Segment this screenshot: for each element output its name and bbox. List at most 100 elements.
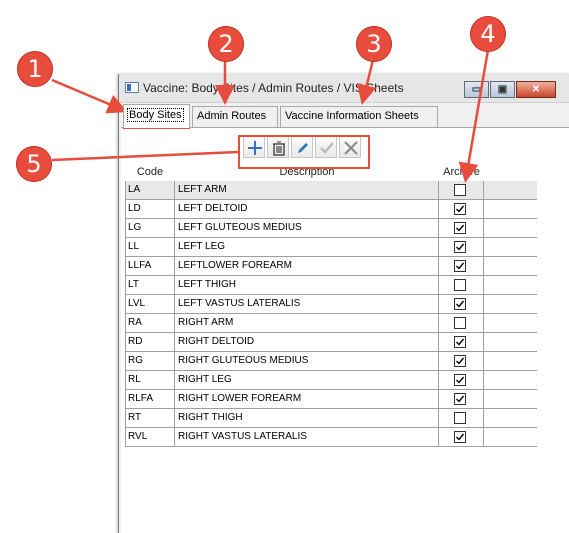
save-button[interactable]: [315, 136, 337, 158]
cancel-icon: [344, 141, 358, 155]
description-cell[interactable]: LEFT THIGH: [175, 276, 439, 294]
checkmark-icon: [456, 243, 465, 251]
archive-cell: [439, 314, 484, 332]
code-cell[interactable]: LA: [125, 181, 175, 199]
callout-3: 3: [356, 26, 392, 62]
table-row[interactable]: RL RIGHT LEG: [125, 371, 537, 390]
checkmark-icon: [456, 262, 465, 270]
code-cell[interactable]: LG: [125, 219, 175, 237]
code-cell[interactable]: LVL: [125, 295, 175, 313]
column-header-archive[interactable]: Archive: [439, 164, 484, 181]
checkmark-icon: [456, 376, 465, 384]
archive-checkbox[interactable]: [454, 203, 466, 215]
archive-cell: [439, 371, 484, 389]
table-row[interactable]: RA RIGHT ARM: [125, 314, 537, 333]
archive-cell: [439, 428, 484, 446]
archive-checkbox[interactable]: [454, 298, 466, 310]
checkmark-icon: [456, 395, 465, 403]
archive-checkbox[interactable]: [454, 222, 466, 234]
checkmark-icon: [456, 300, 465, 308]
delete-button[interactable]: [267, 136, 289, 158]
table-row[interactable]: LL LEFT LEG: [125, 238, 537, 257]
tab-vaccine-information-sheets[interactable]: Vaccine Information Sheets: [280, 106, 438, 127]
archive-checkbox[interactable]: [454, 336, 466, 348]
code-cell[interactable]: RLFA: [125, 390, 175, 408]
close-button[interactable]: ✕: [516, 81, 556, 98]
code-cell[interactable]: RG: [125, 352, 175, 370]
description-cell[interactable]: LEFT LEG: [175, 238, 439, 256]
checkmark-icon: [456, 224, 465, 232]
code-cell[interactable]: RL: [125, 371, 175, 389]
description-cell[interactable]: RIGHT ARM: [175, 314, 439, 332]
archive-cell: [439, 276, 484, 294]
callout-2: 2: [208, 26, 244, 62]
description-cell[interactable]: LEFTLOWER FOREARM: [175, 257, 439, 275]
checkmark-icon: [456, 433, 465, 441]
edit-icon: [298, 143, 308, 153]
archive-checkbox[interactable]: [454, 431, 466, 443]
table-row[interactable]: LVL LEFT VASTUS LATERALIS: [125, 295, 537, 314]
description-cell[interactable]: RIGHT VASTUS LATERALIS: [175, 428, 439, 446]
archive-checkbox[interactable]: [454, 374, 466, 386]
archive-checkbox[interactable]: [454, 260, 466, 272]
code-cell[interactable]: RD: [125, 333, 175, 351]
description-cell[interactable]: RIGHT GLUTEOUS MEDIUS: [175, 352, 439, 370]
checkmark-icon: [456, 357, 465, 365]
description-cell[interactable]: LEFT GLUTEOUS MEDIUS: [175, 219, 439, 237]
table-row[interactable]: RVL RIGHT VASTUS LATERALIS: [125, 428, 537, 447]
code-cell[interactable]: RVL: [125, 428, 175, 446]
add-button[interactable]: [243, 136, 265, 158]
archive-checkbox[interactable]: [454, 317, 466, 329]
table-row[interactable]: RT RIGHT THIGH: [125, 409, 537, 428]
cancel-button[interactable]: [339, 136, 361, 158]
description-cell[interactable]: RIGHT LOWER FOREARM: [175, 390, 439, 408]
table-row[interactable]: LT LEFT THIGH: [125, 276, 537, 295]
callout-5: 5: [16, 146, 52, 182]
tab-admin-routes[interactable]: Admin Routes: [192, 106, 278, 127]
table-row[interactable]: RG RIGHT GLUTEOUS MEDIUS: [125, 352, 537, 371]
code-cell[interactable]: LD: [125, 200, 175, 218]
description-cell[interactable]: LEFT ARM: [175, 181, 439, 199]
code-cell[interactable]: LLFA: [125, 257, 175, 275]
grid-rows: LA LEFT ARM LD LEFT DELTOID LG LEFT GLUTEOUS …: [125, 181, 537, 447]
archive-checkbox[interactable]: [454, 184, 466, 196]
archive-cell: [439, 238, 484, 256]
table-row[interactable]: RLFA RIGHT LOWER FOREARM: [125, 390, 537, 409]
archive-cell: [439, 390, 484, 408]
archive-checkbox[interactable]: [454, 412, 466, 424]
app-icon: [125, 82, 139, 93]
table-row[interactable]: RD RIGHT DELTOID: [125, 333, 537, 352]
description-cell[interactable]: LEFT DELTOID: [175, 200, 439, 218]
maximize-button[interactable]: ▣: [490, 81, 515, 98]
edit-button[interactable]: [291, 136, 313, 158]
archive-cell: [439, 352, 484, 370]
column-header-code[interactable]: Code: [125, 164, 175, 181]
table-row[interactable]: LD LEFT DELTOID: [125, 200, 537, 219]
code-cell[interactable]: RT: [125, 409, 175, 427]
description-cell[interactable]: RIGHT LEG: [175, 371, 439, 389]
close-icon: ✕: [531, 84, 541, 95]
description-cell[interactable]: LEFT VASTUS LATERALIS: [175, 295, 439, 313]
archive-cell: [439, 219, 484, 237]
code-cell[interactable]: LL: [125, 238, 175, 256]
archive-checkbox[interactable]: [454, 355, 466, 367]
save-icon: [320, 142, 334, 154]
archive-checkbox[interactable]: [454, 241, 466, 253]
add-icon: [248, 141, 262, 155]
table-row[interactable]: LG LEFT GLUTEOUS MEDIUS: [125, 219, 537, 238]
title-bar[interactable]: Vaccine: Body Sites / Admin Routes / VIS…: [119, 74, 569, 103]
column-header-description[interactable]: Description: [175, 164, 439, 181]
table-row[interactable]: LLFA LEFTLOWER FOREARM: [125, 257, 537, 276]
archive-checkbox[interactable]: [454, 279, 466, 291]
table-row[interactable]: LA LEFT ARM: [125, 181, 537, 200]
description-cell[interactable]: RIGHT THIGH: [175, 409, 439, 427]
callout-1: 1: [17, 51, 53, 87]
grid-toolbar: [243, 136, 361, 158]
code-cell[interactable]: LT: [125, 276, 175, 294]
callout-4: 4: [470, 16, 506, 52]
description-cell[interactable]: RIGHT DELTOID: [175, 333, 439, 351]
tab-body-sites[interactable]: Body Sites: [123, 104, 190, 128]
code-cell[interactable]: RA: [125, 314, 175, 332]
archive-checkbox[interactable]: [454, 393, 466, 405]
minimize-button[interactable]: ▭: [464, 81, 489, 98]
